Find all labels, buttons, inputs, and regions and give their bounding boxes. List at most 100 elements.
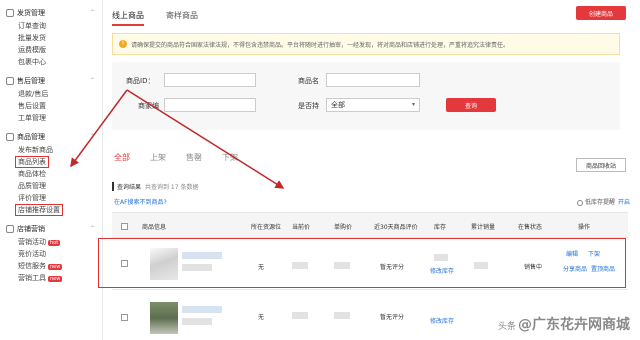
sidebar-item-tools[interactable]: 营销工具 new	[0, 272, 102, 284]
sidebar-item-batch-ship[interactable]: 批量发货	[0, 32, 102, 44]
sidebar-item-new-product[interactable]: 发布新商品	[0, 144, 102, 156]
sidebar: 发货管理 ⌃ 订单查询 批量发货 运费模版 包裹中心 售后管理 ⌃ 退款/售后 售后…	[0, 0, 103, 340]
table-row: 无 暂无评分 修改库存 销售中 编辑 下架 分享商品 置顶商品	[112, 238, 628, 290]
chevron-up-icon[interactable]: ⌃	[90, 225, 95, 232]
product-thumbnail[interactable]	[150, 302, 178, 334]
create-product-button[interactable]: 创建商品	[576, 6, 626, 20]
low-stock-toggle[interactable]: 低库存提醒 开启	[576, 197, 630, 206]
chevron-up-icon[interactable]: ⌃	[90, 133, 95, 140]
product-thumbnail[interactable]	[150, 248, 178, 280]
single-price-blurred	[334, 312, 350, 319]
review-value: 暂无评分	[380, 264, 405, 271]
sales-blurred	[474, 262, 488, 269]
product-meta-blurred	[182, 264, 212, 271]
sidebar-item-ticket[interactable]: 工单管理	[0, 112, 102, 124]
product-name-label: 商品名	[298, 77, 319, 85]
notice-banner: ! 请确保提交的商品符合国家法律法规，不得包含违禁商品。平台将随时进行抽审，一经…	[112, 33, 620, 55]
share-product-link[interactable]: 分享商品	[563, 264, 587, 273]
price-blurred	[292, 262, 308, 269]
tab-online-products[interactable]: 线上商品	[112, 6, 144, 26]
tab-off-shelf[interactable]: 下架	[222, 152, 238, 163]
radio-icon[interactable]	[576, 199, 583, 206]
notice-text: 请确保提交的商品符合国家法律法规，不得包含违禁商品。平台将随时进行抽审，一经发现…	[131, 41, 510, 49]
col-resource: 所在资源位	[251, 223, 282, 231]
col-current-price: 当前价	[292, 223, 311, 231]
chevron-up-icon[interactable]: ⌃	[90, 77, 95, 84]
edit-link[interactable]: 编辑	[566, 249, 578, 258]
low-stock-enable-link[interactable]: 开启	[618, 199, 630, 206]
sidebar-group-marketing: 店铺营销 ⌃ 营销活动 hot 竞价活动 短信服务 new 营销工具 new	[0, 222, 102, 284]
product-name-input[interactable]	[326, 73, 420, 87]
truck-icon	[6, 9, 14, 17]
chevron-down-icon: ▾	[411, 101, 415, 108]
new-badge: new	[48, 264, 63, 270]
status-select[interactable]: 全部 ▾	[326, 98, 420, 112]
tab-on-shelf[interactable]: 上架	[150, 152, 166, 163]
main-content: 线上商品 寄样商品 创建商品 ! 请确保提交的商品符合国家法律法规，不得包含违禁…	[104, 0, 640, 340]
status-value: 销售中	[524, 264, 543, 271]
offline-link[interactable]: 下架	[588, 249, 600, 258]
tab-all[interactable]: 全部	[114, 152, 130, 163]
sidebar-group-header[interactable]: 商品管理 ⌃	[0, 130, 102, 144]
tab-sample-products[interactable]: 寄样商品	[166, 6, 198, 26]
chevron-up-icon[interactable]: ⌃	[90, 9, 95, 16]
sidebar-item-refund[interactable]: 退款/售后	[0, 88, 102, 100]
col-single-price: 单购价	[334, 223, 353, 231]
sidebar-item-reviews[interactable]: 评价管理	[0, 192, 102, 204]
hot-badge: hot	[48, 240, 61, 246]
edit-stock-link[interactable]: 修改库存	[430, 316, 454, 325]
resource-value: 无	[258, 264, 265, 271]
select-all-checkbox[interactable]	[121, 213, 128, 239]
product-title-blurred[interactable]	[182, 252, 222, 259]
sidebar-group-header[interactable]: 店铺营销 ⌃	[0, 222, 102, 236]
row-checkbox[interactable]	[121, 314, 128, 321]
stock-blurred	[434, 254, 448, 261]
sidebar-group-products: 商品管理 ⌃ 发布新商品 商品列表 商品体检 品质管理 评价管理 店铺推荐设置	[0, 130, 102, 216]
sidebar-item-package-center[interactable]: 包裹中心	[0, 56, 102, 68]
sidebar-item-freight-template[interactable]: 运费模版	[0, 44, 102, 56]
col-actions: 操作	[578, 223, 591, 231]
sidebar-item-sms[interactable]: 短信服务 new	[0, 260, 102, 272]
product-meta-blurred	[182, 318, 212, 325]
sidebar-item-product-check[interactable]: 商品体检	[0, 168, 102, 180]
search-button[interactable]: 查询	[446, 98, 496, 112]
product-id-label: 商品ID：	[126, 77, 155, 85]
table-header: 商品信息 所在资源位 当前价 单购价 近30天商品评价 库存 累计销量 在售状态…	[112, 212, 628, 238]
col-sales: 累计销量	[471, 223, 496, 231]
price-blurred	[292, 312, 308, 319]
recycle-bin-button[interactable]: 商品回收站	[576, 158, 626, 172]
col-status: 在售状态	[518, 223, 543, 231]
sidebar-item-order-query[interactable]: 订单查询	[0, 20, 102, 32]
sidebar-item-aftersale-settings[interactable]: 售后设置	[0, 100, 102, 112]
col-reviews: 近30天商品评价	[374, 223, 418, 231]
review-value: 暂无评分	[380, 314, 405, 321]
not-found-link[interactable]: 在AF搜索不到商品?	[114, 197, 167, 206]
product-id-input[interactable]	[164, 73, 256, 87]
box-icon	[6, 133, 14, 141]
edit-stock-link[interactable]: 修改库存	[430, 266, 454, 275]
status-tabs: 全部 上架 售罄 下架	[114, 152, 258, 163]
sidebar-group-shipping: 发货管理 ⌃ 订单查询 批量发货 运费模版 包裹中心	[0, 6, 102, 68]
col-product-info: 商品信息	[142, 223, 167, 231]
single-price-blurred	[334, 262, 350, 269]
merchant-code-input[interactable]	[164, 98, 256, 112]
row-checkbox[interactable]	[121, 260, 128, 267]
pin-product-link[interactable]: 置顶商品	[591, 264, 615, 273]
product-title-blurred[interactable]	[182, 306, 222, 313]
sidebar-item-campaigns[interactable]: 营销活动 hot	[0, 236, 102, 248]
sidebar-item-store-recommend[interactable]: 店铺推荐设置	[15, 204, 63, 216]
filter-panel: 商品ID： 商品名 商家编 是否持 全部 ▾ 查询	[112, 62, 620, 130]
sidebar-item-product-list[interactable]: 商品列表	[15, 156, 49, 168]
sidebar-group-aftersale: 售后管理 ⌃ 退款/售后 售后设置 工单管理	[0, 74, 102, 124]
merchant-code-label: 商家编	[138, 102, 159, 110]
tab-sold-out[interactable]: 售罄	[186, 152, 202, 163]
sidebar-group-header[interactable]: 发货管理 ⌃	[0, 6, 102, 20]
warning-icon: !	[119, 40, 127, 48]
sidebar-group-header[interactable]: 售后管理 ⌃	[0, 74, 102, 88]
sidebar-item-bidding[interactable]: 竞价活动	[0, 248, 102, 260]
megaphone-icon	[6, 225, 14, 233]
status-label: 是否持	[298, 102, 319, 110]
watermark: 头条 @广东花卉网商城	[498, 317, 631, 333]
sidebar-item-quality[interactable]: 品质管理	[0, 180, 102, 192]
top-tabs: 线上商品 寄样商品	[112, 6, 220, 26]
